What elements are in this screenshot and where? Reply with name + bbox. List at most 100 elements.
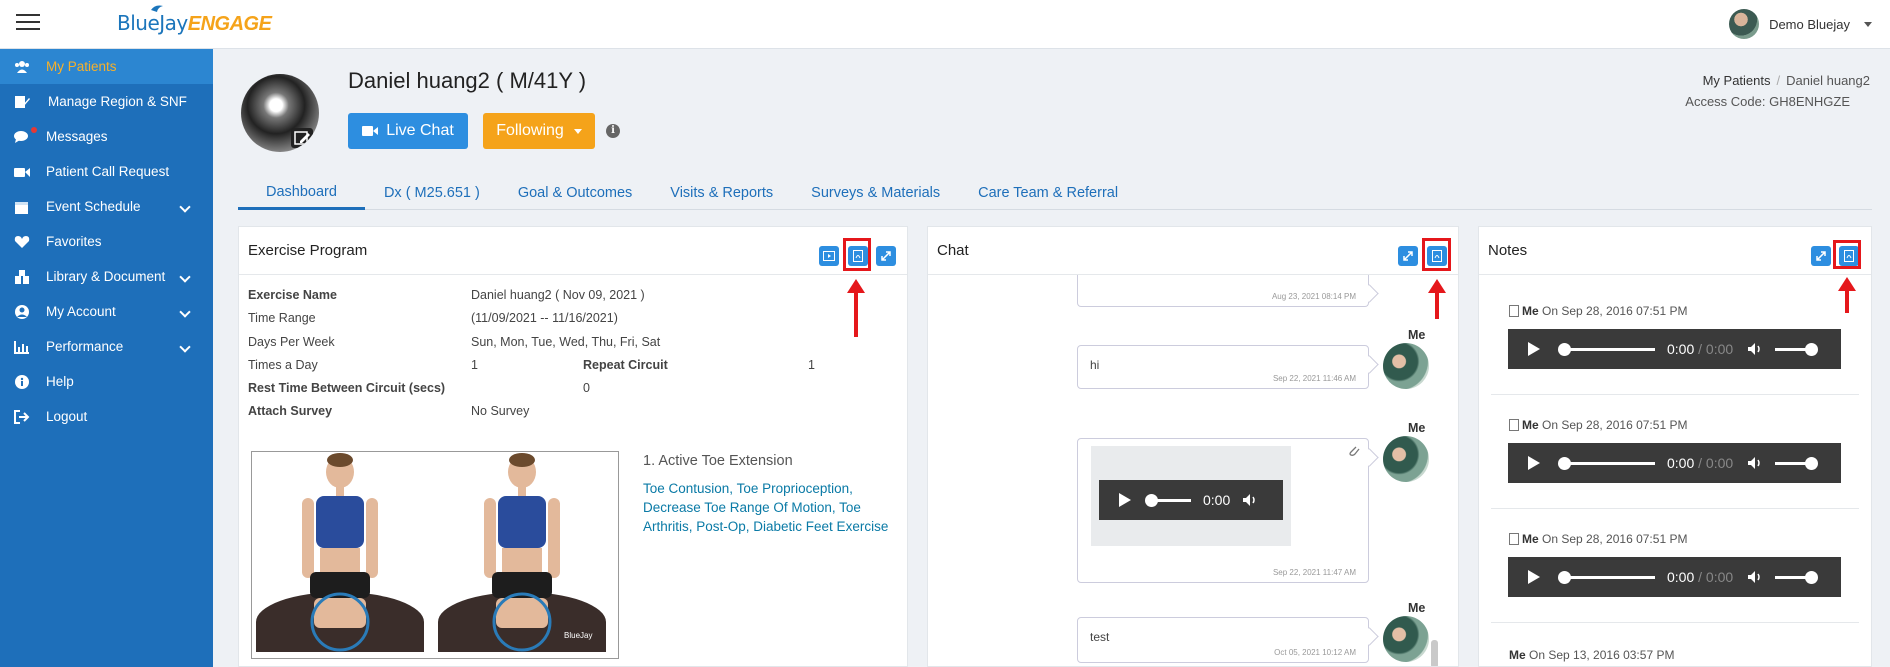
patient-tabs: Dashboard Dx ( M25.651 ) Goal & Outcomes… <box>238 176 1872 210</box>
sidebar-item-messages[interactable]: Messages <box>0 119 213 154</box>
audio-time: 0:00 <box>1203 492 1231 508</box>
volume-slider[interactable] <box>1775 456 1819 470</box>
app-logo[interactable]: BlueJayENGAGE <box>117 5 272 40</box>
volume-icon[interactable] <box>1747 570 1763 584</box>
play-icon[interactable] <box>1528 456 1540 470</box>
note-meta: Me On Sep 28, 2016 07:51 PM <box>1509 532 1687 546</box>
following-dropdown-button[interactable]: Following <box>483 113 595 149</box>
exercise-item-tags[interactable]: Toe Contusion, Toe Proprioception, Decre… <box>643 479 903 536</box>
sender-avatar <box>1383 616 1429 662</box>
sidebar-item-performance[interactable]: Performance <box>0 329 213 364</box>
live-chat-button[interactable]: Live Chat <box>348 113 468 149</box>
sidebar-item-my-patients[interactable]: My Patients <box>0 49 213 84</box>
live-chat-label: Live Chat <box>386 122 454 139</box>
time-separator: / <box>1694 569 1706 585</box>
audio-note-icon <box>1509 419 1519 431</box>
expand-button[interactable] <box>876 246 896 266</box>
message-text: test <box>1090 630 1110 644</box>
logo-text-engage: ENGAGE <box>187 13 272 35</box>
exercise-watermark: BlueJay <box>564 631 592 640</box>
audio-note-icon <box>1509 305 1519 317</box>
caret-down-icon <box>573 128 582 134</box>
volume-slider[interactable] <box>1775 342 1819 356</box>
exercise-illustration: BlueJay <box>256 453 606 652</box>
seek-bar[interactable] <box>1558 456 1655 470</box>
highlight-box <box>1422 238 1451 271</box>
time-separator: / <box>1694 341 1706 357</box>
note-date: On Sep 28, 2016 07:51 PM <box>1542 418 1688 432</box>
sidebar-item-my-account[interactable]: My Account <box>0 294 213 329</box>
exercise-item-name[interactable]: 1. Active Toe Extension <box>643 453 793 469</box>
patient-avatar[interactable] <box>241 74 319 152</box>
note-author: Me <box>1509 648 1526 662</box>
breadcrumb-my-patients[interactable]: My Patients <box>1703 73 1771 88</box>
red-arrow-annotation <box>847 279 865 337</box>
sidebar-item-patient-call-request[interactable]: Patient Call Request <box>0 154 213 189</box>
tab-dx[interactable]: Dx ( M25.651 ) <box>365 176 499 210</box>
attachment-icon[interactable] <box>1346 443 1360 457</box>
note-date: On Sep 28, 2016 07:51 PM <box>1542 304 1688 318</box>
tab-goal-outcomes[interactable]: Goal & Outcomes <box>499 176 651 210</box>
breadcrumb-current: Daniel huang2 <box>1786 73 1870 88</box>
chat-icon <box>14 131 28 143</box>
play-icon[interactable] <box>1528 342 1540 356</box>
library-icon <box>15 270 29 284</box>
sidebar-item-library-document[interactable]: Library & Document <box>0 259 213 294</box>
users-icon <box>15 61 29 73</box>
seek-bar[interactable] <box>1145 493 1191 507</box>
chat-scrollbar[interactable] <box>1431 640 1438 666</box>
volume-slider[interactable] <box>1775 570 1819 584</box>
sidebar-item-label: Logout <box>46 409 88 424</box>
access-code: Access Code: GH8ENHGZE <box>1685 94 1850 109</box>
sidebar-item-label: Performance <box>46 339 124 354</box>
tab-visits-reports[interactable]: Visits & Reports <box>651 176 792 210</box>
seek-bar[interactable] <box>1558 342 1655 356</box>
expand-button[interactable] <box>1811 246 1831 266</box>
seek-bar[interactable] <box>1558 570 1655 584</box>
note-meta: Me On Sep 28, 2016 07:51 PM <box>1509 304 1687 318</box>
message-text: hi <box>1090 358 1100 372</box>
sidebar-item-label: My Account <box>46 304 116 319</box>
sender-label: Me <box>1408 328 1426 342</box>
value-repeat-circuit: 1 <box>808 358 815 372</box>
panel-title: Notes <box>1488 242 1528 259</box>
sidebar-item-label: Event Schedule <box>46 199 141 214</box>
chevron-down-icon <box>179 341 191 353</box>
tab-dashboard[interactable]: Dashboard <box>238 176 365 210</box>
play-icon[interactable] <box>1528 570 1540 584</box>
chat-message: Aug 23, 2021 08:14 PM <box>1077 275 1369 307</box>
audio-note-icon <box>1509 533 1519 545</box>
user-avatar <box>1729 9 1760 39</box>
volume-icon[interactable] <box>1747 456 1763 470</box>
sidebar-item-logout[interactable]: Logout <box>0 399 213 434</box>
chevron-down-icon <box>179 271 191 283</box>
tab-surveys-materials[interactable]: Surveys & Materials <box>792 176 959 210</box>
audio-current-time: 0:00 <box>1667 341 1695 357</box>
audio-player[interactable]: 0:00 / 0:00 <box>1508 557 1841 597</box>
patient-title: Daniel huang2 ( M/41Y ) <box>348 68 587 93</box>
hamburger-menu-icon[interactable] <box>16 14 40 32</box>
top-header: BlueJayENGAGE Demo Bluejay <box>0 0 1890 49</box>
sidebar-item-manage-region[interactable]: Manage Region & SNF <box>0 84 213 119</box>
audio-player[interactable]: 0:00 / 0:00 <box>1508 329 1841 369</box>
audio-player[interactable]: 0:00 <box>1099 480 1283 520</box>
video-play-button[interactable] <box>819 246 839 266</box>
exercise-image[interactable]: BlueJay <box>251 451 619 659</box>
info-icon[interactable]: i <box>606 124 620 138</box>
value-rest-time: 0 <box>583 381 590 395</box>
tab-care-team-referral[interactable]: Care Team & Referral <box>959 176 1137 210</box>
sidebar-item-favorites[interactable]: Favorites <box>0 224 213 259</box>
user-menu[interactable]: Demo Bluejay <box>1729 7 1872 41</box>
volume-icon[interactable] <box>1747 342 1763 356</box>
sidebar-item-event-schedule[interactable]: Event Schedule <box>0 189 213 224</box>
volume-icon[interactable] <box>1242 493 1258 507</box>
sidebar-item-help[interactable]: Help <box>0 364 213 399</box>
label-time-range: Time Range <box>248 311 316 325</box>
play-icon[interactable] <box>1119 493 1131 507</box>
edit-photo-icon[interactable] <box>291 128 313 148</box>
note-meta: Me On Sep 28, 2016 07:51 PM <box>1509 418 1687 432</box>
breadcrumb: My Patients / Daniel huang2 <box>1702 73 1870 88</box>
audio-player[interactable]: 0:00 / 0:00 <box>1508 443 1841 483</box>
expand-button[interactable] <box>1398 246 1418 266</box>
sender-label: Me <box>1408 421 1426 435</box>
